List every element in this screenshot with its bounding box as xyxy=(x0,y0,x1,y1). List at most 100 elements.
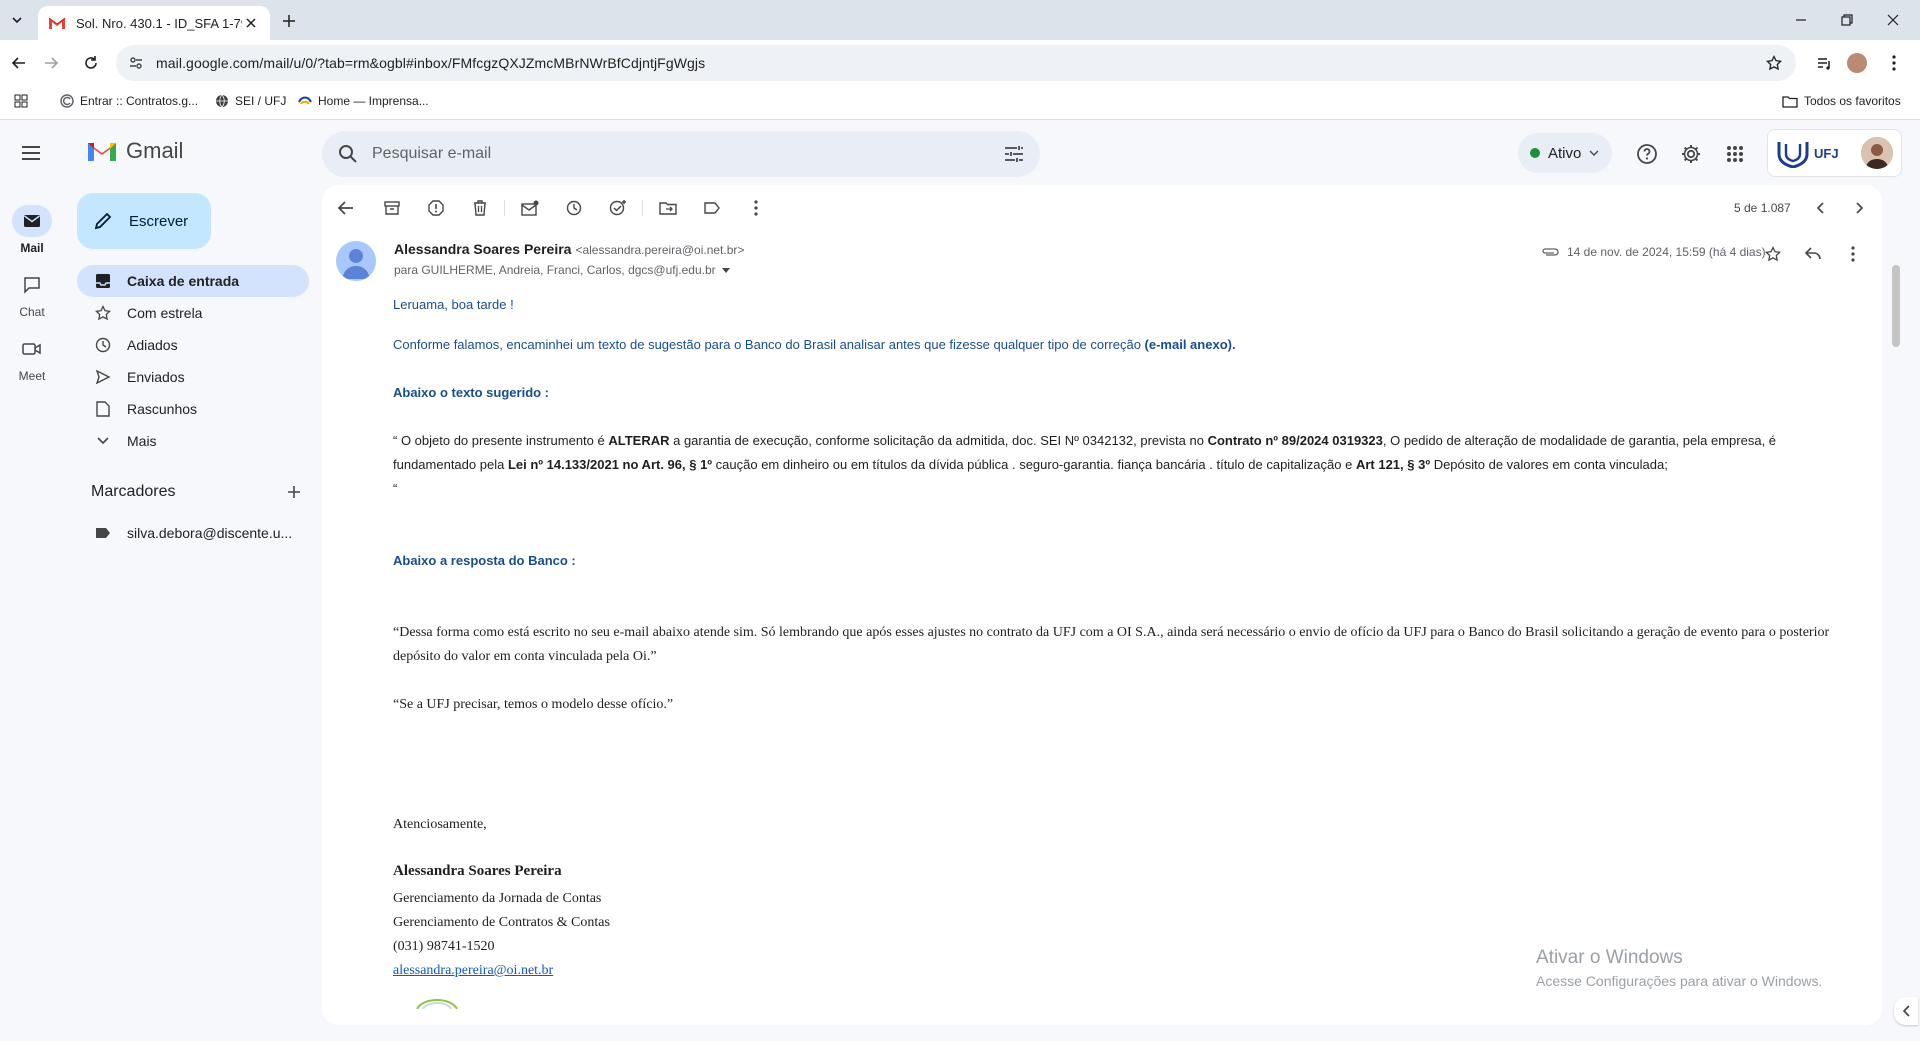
window-restore-icon[interactable] xyxy=(1824,0,1870,40)
google-apps-icon[interactable] xyxy=(1721,140,1749,168)
settings-gear-icon[interactable] xyxy=(1677,140,1705,168)
archive-icon[interactable] xyxy=(380,196,404,220)
gmail-m-icon xyxy=(88,143,116,161)
label-item[interactable]: silva.debora@discente.u... xyxy=(77,517,309,549)
signature-email-link[interactable]: alessandra.pereira@oi.net.br xyxy=(393,959,553,983)
browser-tab[interactable]: Sol. Nro. 430.1 - ID_SFA 1-7996 xyxy=(38,6,270,40)
signature-name: Alessandra Soares Pereira xyxy=(393,863,562,879)
next-message-chevron-icon[interactable] xyxy=(1848,196,1872,220)
forward-arrow-icon[interactable] xyxy=(38,50,64,76)
add-task-icon[interactable] xyxy=(606,196,630,220)
new-tab-plus-icon[interactable] xyxy=(278,10,300,32)
search-bar[interactable] xyxy=(322,131,1040,177)
nav-snoozed[interactable]: Adiados xyxy=(77,329,309,361)
bookmark-star-icon[interactable] xyxy=(1766,55,1782,71)
nav-inbox[interactable]: Caixa de entrada xyxy=(77,265,309,297)
reload-icon[interactable] xyxy=(78,50,104,76)
nav-sent[interactable]: Enviados xyxy=(77,361,309,393)
recipients: para GUILHERME, Andreia, Franci, Carlos,… xyxy=(394,263,730,277)
rail-mail[interactable]: Mail xyxy=(0,205,64,255)
profile-avatar[interactable] xyxy=(1845,51,1869,75)
window-minimize-icon[interactable] xyxy=(1778,0,1824,40)
search-input[interactable] xyxy=(372,145,972,163)
nav-drafts[interactable]: Rascunhos xyxy=(77,393,309,425)
move-to-folder-icon[interactable] xyxy=(656,196,680,220)
ufj-org-logo: UFJ xyxy=(1776,138,1839,168)
folder-icon xyxy=(1782,95,1798,108)
snooze-clock-icon[interactable] xyxy=(562,196,586,220)
bookmark-imprensa[interactable]: Home — Imprensa... xyxy=(298,94,429,108)
side-panel-toggle-chevron-icon[interactable] xyxy=(1894,997,1918,1025)
message-header: Alessandra Soares Pereira <alessandra.per… xyxy=(336,241,1866,291)
bookmark-contratos[interactable]: Entrar :: Contratos.g... xyxy=(60,94,198,108)
compose-button[interactable]: Escrever xyxy=(77,193,211,249)
gmail-favicon-icon xyxy=(48,16,66,30)
clock-icon xyxy=(93,335,113,355)
message-more-icon[interactable] xyxy=(1842,243,1864,265)
bookmarks-bar: Entrar :: Contratos.g... SEI / UFJ Home … xyxy=(0,86,1920,120)
back-arrow-icon[interactable] xyxy=(6,50,32,76)
mail-icon xyxy=(12,205,52,237)
browser-tab-bar: Sol. Nro. 430.1 - ID_SFA 1-7996 xyxy=(0,0,1920,40)
toolbar-divider xyxy=(642,200,643,216)
search-options-icon[interactable] xyxy=(1004,145,1024,163)
contratos-logo-icon xyxy=(60,94,74,108)
closing: Atenciosamente, xyxy=(393,817,487,832)
nav-more[interactable]: Mais xyxy=(77,425,309,457)
add-label-plus-icon[interactable] xyxy=(287,485,301,499)
label-icon[interactable] xyxy=(700,196,724,220)
media-controls-icon[interactable] xyxy=(1812,51,1836,75)
sender-email: <alessandra.pereira@oi.net.br> xyxy=(575,243,745,257)
tab-close-icon[interactable] xyxy=(242,14,260,32)
imprensa-logo-icon xyxy=(298,96,312,105)
account-switcher[interactable]: UFJ xyxy=(1767,129,1902,177)
message-date: 14 de nov. de 2024, 15:59 (há 4 dias) xyxy=(1541,245,1766,259)
globe-icon xyxy=(216,94,228,108)
address-bar[interactable]: mail.google.com/mail/u/0/?tab=rm&ogbl#in… xyxy=(116,45,1796,81)
rail-meet[interactable]: Meet xyxy=(0,333,64,383)
star-message-icon[interactable] xyxy=(1762,243,1784,265)
person-icon xyxy=(342,249,370,279)
sender-avatar[interactable] xyxy=(336,241,376,281)
bookmark-sei[interactable]: SEI / UFJ xyxy=(215,94,286,108)
attachment-paperclip-icon xyxy=(1541,247,1559,257)
browser-menu-icon[interactable] xyxy=(1882,51,1906,75)
more-actions-icon[interactable] xyxy=(744,196,768,220)
chat-icon xyxy=(12,269,52,301)
status-selector[interactable]: Ativo xyxy=(1518,133,1612,173)
reply-arrow-icon[interactable] xyxy=(1802,243,1824,265)
back-to-inbox-icon[interactable] xyxy=(334,196,358,220)
mail-nav: Caixa de entrada Com estrela Adiados Env… xyxy=(77,265,309,457)
show-details-dropdown-icon[interactable] xyxy=(721,267,730,273)
report-spam-icon[interactable] xyxy=(424,196,448,220)
mark-unread-icon[interactable] xyxy=(518,196,542,220)
chevron-down-icon xyxy=(1589,150,1599,156)
delete-trash-icon[interactable] xyxy=(468,196,492,220)
message-view: 5 de 1.087 Alessandra Soares Pereira <ale… xyxy=(322,185,1882,1025)
window-close-icon[interactable] xyxy=(1870,0,1916,40)
greeting: Leruama, boa tarde ! xyxy=(393,297,514,312)
tab-search-chevron-icon[interactable] xyxy=(6,9,28,31)
suggested-text-quote: “ O objeto do presente instrumento é ALT… xyxy=(393,433,1777,496)
site-settings-icon[interactable] xyxy=(128,55,144,71)
star-icon xyxy=(93,303,113,323)
heading-suggested-text: Abaixo o texto sugerido : xyxy=(393,385,550,400)
rail-chat[interactable]: Chat xyxy=(0,269,64,319)
bank-reply-quote-2: “Se a UFJ precisar, temos o modelo desse… xyxy=(393,697,674,712)
chevron-down-icon xyxy=(93,431,113,451)
main-menu-icon[interactable] xyxy=(18,140,44,166)
draft-file-icon xyxy=(93,399,113,419)
signature-line-2: Gerenciamento de Contratos & Contas xyxy=(393,915,610,930)
gmail-logo[interactable]: Gmail xyxy=(86,138,183,164)
help-icon[interactable] xyxy=(1633,140,1661,168)
all-bookmarks-folder[interactable]: Todos os favoritos xyxy=(1782,94,1901,108)
apps-grid-icon[interactable] xyxy=(14,94,28,108)
nav-starred[interactable]: Com estrela xyxy=(77,297,309,329)
previous-message-chevron-icon[interactable] xyxy=(1808,196,1832,220)
signature-phone: (031) 98741-1520 xyxy=(393,939,495,954)
message-toolbar: 5 de 1.087 xyxy=(322,185,1882,231)
account-avatar xyxy=(1861,137,1893,169)
scrollbar-thumb[interactable] xyxy=(1892,265,1900,347)
search-icon[interactable] xyxy=(338,144,358,164)
sender[interactable]: Alessandra Soares Pereira <alessandra.per… xyxy=(394,241,744,257)
